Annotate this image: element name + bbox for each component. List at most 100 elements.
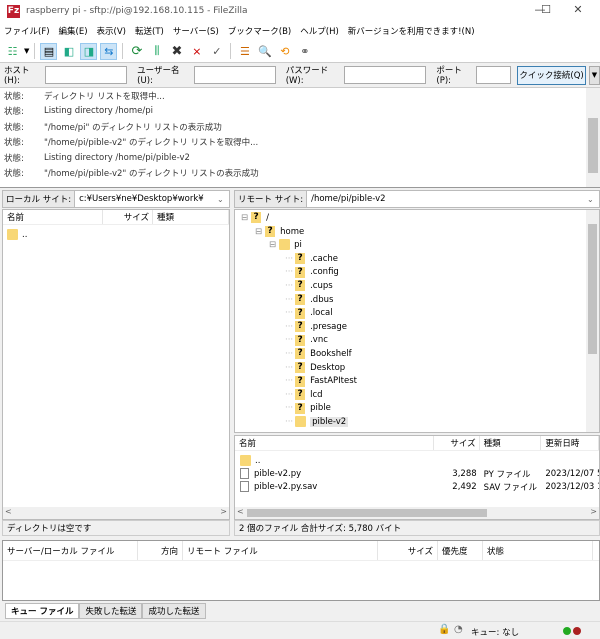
menu-server[interactable]: サーバー(S) xyxy=(173,25,219,37)
sync-browse-icon[interactable]: ⟲ xyxy=(276,43,293,60)
log-label: 状態: xyxy=(4,91,24,102)
directory-compare-icon[interactable]: ☰ xyxy=(236,43,253,60)
tree-label: .dbus xyxy=(310,294,334,305)
activity-led-green-icon xyxy=(563,627,571,635)
log-message: "/home/pi/pible-v2" のディレクトリ リストを取得中... xyxy=(44,138,259,149)
tree-item[interactable]: ···? .dbus xyxy=(285,293,333,307)
tree-item[interactable]: ···? Desktop xyxy=(285,361,345,375)
toggle-log-icon[interactable]: ▤ xyxy=(40,42,58,60)
tab-successful-transfers[interactable]: 成功した転送 xyxy=(142,603,206,619)
tree-item[interactable]: ···? .config xyxy=(285,266,339,280)
remote-file-list: 名前 サイズ 種類 更新日時 .. pible-v2.py 3,288 PY ファイル… xyxy=(234,435,600,520)
host-input[interactable] xyxy=(45,66,128,84)
tree-item[interactable]: ···? lcd xyxy=(285,388,323,402)
tree-scrollbar[interactable] xyxy=(586,210,599,432)
column-direction[interactable]: 方向 xyxy=(138,541,183,560)
local-site-bar: ローカル サイト: c:¥Users¥ne¥Desktop¥work¥ ⌄ xyxy=(2,190,230,208)
quickconnect-dropdown-icon[interactable]: ▼ xyxy=(588,65,600,85)
tree-label: pible xyxy=(310,403,331,414)
column-status[interactable]: 状態 xyxy=(483,541,593,560)
column-server-local-file[interactable]: サーバー/ローカル ファイル xyxy=(3,541,138,560)
menu-transfer[interactable]: 転送(T) xyxy=(135,25,164,37)
log-scrollbar[interactable] xyxy=(586,88,600,187)
tree-label: pible-v2 xyxy=(310,416,349,427)
close-button[interactable]: ✕ xyxy=(568,3,588,19)
tree-item-pi[interactable]: ⊟ pi xyxy=(269,238,302,252)
tree-label: .config xyxy=(310,267,339,278)
local-path-input[interactable]: c:¥Users¥ne¥Desktop¥work¥ xyxy=(75,194,217,204)
local-hscrollbar[interactable]: < > xyxy=(3,507,229,519)
password-label: パスワード(W): xyxy=(285,66,329,86)
maximize-button[interactable]: ☐ xyxy=(536,3,556,19)
unknown-folder-icon: ? xyxy=(295,362,306,374)
remote-directory-tree: ⊟? / ⊟? home ⊟ pi ···? .cache ···? .config ···?… xyxy=(234,209,600,433)
tree-item[interactable]: ···? FastAPItest xyxy=(285,374,357,388)
list-item[interactable]: .. xyxy=(3,228,229,241)
filter-icon[interactable]: ⫼ xyxy=(148,43,165,60)
chevron-down-icon[interactable]: ⌄ xyxy=(217,195,229,204)
tree-item-home[interactable]: ⊟? home xyxy=(255,225,304,239)
column-remote-file[interactable]: リモート ファイル xyxy=(183,541,378,560)
site-manager-icon[interactable]: ☷ xyxy=(4,43,21,60)
port-label: ポート(P): xyxy=(436,66,462,86)
list-item[interactable]: pible-v2.py.sav 2,492 SAV ファイル 2023/12/03 1… xyxy=(235,480,599,493)
toggle-local-tree-icon[interactable]: ◧ xyxy=(60,43,77,60)
password-input[interactable] xyxy=(344,66,427,84)
refresh-icon[interactable]: ⟳ xyxy=(128,43,145,60)
tree-item[interactable]: ···? .cups xyxy=(285,279,333,293)
remote-hscrollbar[interactable]: < > xyxy=(235,507,599,519)
cancel-icon[interactable]: ✖ xyxy=(168,43,185,60)
toggle-queue-icon[interactable]: ⇆ xyxy=(100,42,118,60)
tree-item[interactable]: ···? pible xyxy=(285,402,331,416)
tree-item[interactable]: ···? .local xyxy=(285,306,333,320)
tree-item[interactable]: ···? .cache xyxy=(285,252,338,266)
disconnect-icon[interactable]: ⨯ xyxy=(188,43,205,60)
unknown-folder-icon: ? xyxy=(295,253,306,265)
site-manager-dropdown-icon[interactable]: ▼ xyxy=(24,47,29,55)
tree-item-root[interactable]: ⊟? / xyxy=(241,211,269,225)
find-files-icon[interactable]: ⚭ xyxy=(296,43,313,60)
column-type[interactable]: 種類 xyxy=(480,436,542,450)
menu-new-version[interactable]: 新バージョンを利用できます!(N) xyxy=(348,25,475,37)
tree-item[interactable]: ···? Bookshelf xyxy=(285,347,352,361)
tree-label: .cache xyxy=(310,253,338,264)
unknown-folder-icon: ? xyxy=(265,226,276,238)
log-message: Listing directory /home/pi xyxy=(44,106,154,117)
column-priority[interactable]: 優先度 xyxy=(438,541,483,560)
tree-item[interactable]: ···? .vnc xyxy=(285,334,328,348)
tab-queued-files[interactable]: キュー ファイル xyxy=(5,603,80,619)
column-size[interactable]: サイズ xyxy=(378,541,438,560)
search-icon[interactable]: 🔍 xyxy=(256,43,273,60)
unknown-folder-icon: ? xyxy=(295,307,306,319)
remote-site-bar: リモート サイト: /home/pi/pible-v2 ⌄ xyxy=(234,190,600,208)
menu-view[interactable]: 表示(V) xyxy=(97,25,126,37)
log-label: 状態: xyxy=(4,153,24,164)
chevron-down-icon[interactable]: ⌄ xyxy=(587,195,599,204)
tree-item[interactable]: ··· pible-v2 xyxy=(285,415,349,429)
column-modified[interactable]: 更新日時 xyxy=(541,436,599,450)
menu-bookmarks[interactable]: ブックマーク(B) xyxy=(228,25,291,37)
list-item[interactable]: .. xyxy=(235,454,599,467)
column-name[interactable]: 名前 xyxy=(3,210,103,224)
menu-edit[interactable]: 編集(E) xyxy=(59,25,88,37)
username-input[interactable] xyxy=(193,66,276,84)
remote-path-input[interactable]: /home/pi/pible-v2 xyxy=(307,194,587,204)
column-size[interactable]: サイズ xyxy=(434,436,480,450)
menu-file[interactable]: ファイル(F) xyxy=(4,25,50,37)
local-file-list: 名前 サイズ 種類 .. < > xyxy=(2,209,230,520)
tab-failed-transfers[interactable]: 失敗した転送 xyxy=(79,603,143,619)
list-item[interactable]: pible-v2.py 3,288 PY ファイル 2023/12/07 5: xyxy=(235,467,599,480)
tree-item[interactable]: ···? .presage xyxy=(285,320,347,334)
port-input[interactable] xyxy=(476,66,512,84)
column-size[interactable]: サイズ xyxy=(103,210,153,224)
window-title: raspberry pi - sftp://pi@192.168.10.115 … xyxy=(26,6,248,16)
quickconnect-button[interactable]: クイック接続(Q) xyxy=(517,65,586,85)
remote-status: 2 個のファイル 合計サイズ: 5,780 バイト xyxy=(234,520,600,536)
menu-help[interactable]: ヘルプ(H) xyxy=(300,25,339,37)
toggle-remote-tree-icon[interactable]: ◨ xyxy=(80,42,98,60)
column-name[interactable]: 名前 xyxy=(235,436,434,450)
tree-label: .local xyxy=(310,308,333,319)
speed-limit-icon[interactable]: ◔ xyxy=(454,624,463,635)
reconnect-icon[interactable]: ✓ xyxy=(208,43,225,60)
column-type[interactable]: 種類 xyxy=(153,210,229,224)
